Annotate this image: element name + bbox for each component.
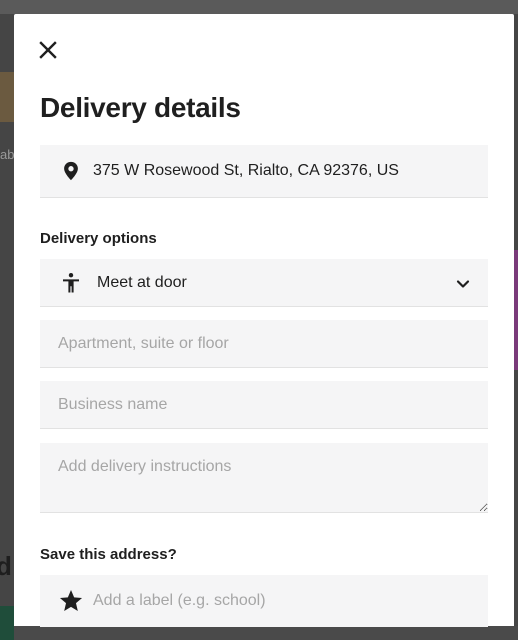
page-title: Delivery details bbox=[40, 92, 241, 123]
background-right bbox=[514, 14, 518, 626]
address-field[interactable]: 375 W Rosewood St, Rialto, CA 92376, US bbox=[40, 145, 488, 198]
apartment-field-wrapper bbox=[40, 320, 488, 368]
delivery-instructions-input[interactable] bbox=[40, 443, 488, 512]
delivery-options-dropdown[interactable]: Meet at door bbox=[40, 259, 488, 307]
delivery-option-selected: Meet at door bbox=[97, 274, 187, 291]
person-standing-icon bbox=[63, 273, 79, 293]
business-name-field-wrapper bbox=[40, 381, 488, 429]
close-button[interactable] bbox=[36, 38, 60, 62]
apartment-input[interactable] bbox=[40, 320, 488, 367]
background-top bbox=[0, 0, 518, 14]
background-tile bbox=[514, 250, 518, 370]
save-address-label: Save this address? bbox=[40, 546, 177, 563]
background-thumbnail bbox=[0, 72, 14, 122]
close-icon bbox=[39, 41, 57, 59]
delivery-details-modal: Delivery details 375 W Rosewood St, Rial… bbox=[14, 14, 514, 627]
address-value: 375 W Rosewood St, Rialto, CA 92376, US bbox=[93, 162, 399, 179]
address-label-field bbox=[40, 575, 488, 627]
background-banner bbox=[0, 606, 14, 640]
star-icon bbox=[59, 589, 83, 611]
background-text: ab bbox=[0, 147, 15, 162]
background-heading: d bbox=[0, 551, 12, 581]
delivery-options-label: Delivery options bbox=[40, 230, 157, 247]
location-pin-icon bbox=[64, 161, 78, 181]
business-name-input[interactable] bbox=[40, 381, 488, 428]
chevron-down-icon bbox=[456, 280, 470, 288]
background-left: ab d bbox=[0, 14, 15, 640]
address-label-input[interactable] bbox=[40, 575, 488, 627]
delivery-instructions-wrapper bbox=[40, 443, 488, 513]
